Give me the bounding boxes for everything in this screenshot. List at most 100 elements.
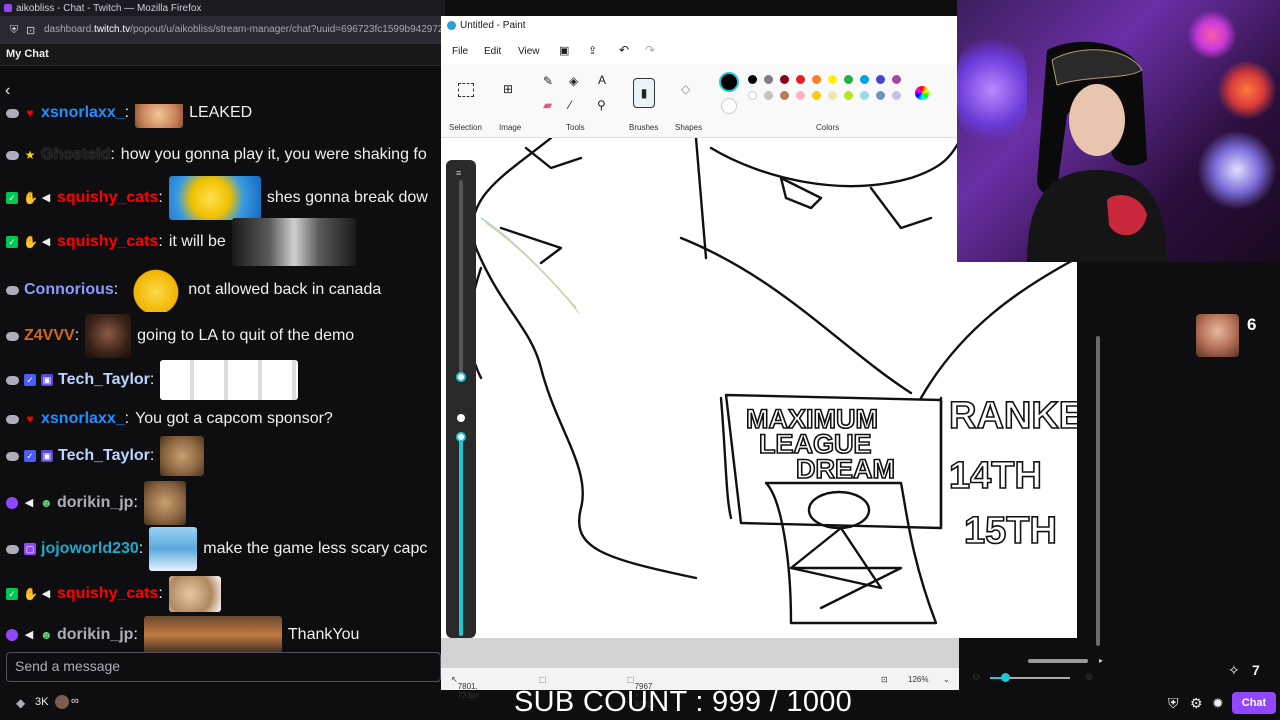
cloud-badge-icon[interactable] — [6, 544, 19, 554]
color-swatch[interactable] — [780, 75, 789, 84]
chat-send-button[interactable]: Chat — [1232, 692, 1276, 714]
purple-badge-icon[interactable] — [6, 629, 18, 641]
color-swatch[interactable] — [764, 91, 773, 100]
star-badge-icon[interactable]: ★ — [24, 149, 36, 161]
color-swatch[interactable] — [780, 91, 789, 100]
channel-points-icon[interactable]: ◆ — [16, 696, 25, 710]
fill-icon[interactable]: ◈ — [569, 74, 578, 88]
zoom-slider-thumb[interactable] — [1001, 673, 1010, 682]
check-badge-icon[interactable]: ✓ — [6, 192, 18, 204]
sub-badge-icon[interactable]: ▢ — [24, 543, 36, 555]
horizontal-scrollbar[interactable] — [1028, 659, 1088, 663]
image-icon[interactable]: ⊞ — [503, 82, 513, 96]
scroll-right-arrow-icon[interactable]: ▸ — [1099, 656, 1103, 665]
mute-badge-icon[interactable]: ◀ — [23, 497, 35, 509]
cloud-badge-icon[interactable] — [6, 451, 19, 461]
opacity-thumb[interactable] — [456, 432, 466, 442]
laughing-face-emote[interactable] — [135, 104, 184, 128]
cloud-badge-icon[interactable] — [6, 331, 19, 341]
color1-swatch[interactable] — [719, 72, 739, 92]
magnifier-icon[interactable]: ⚲ — [597, 98, 606, 112]
url-bar[interactable]: ⛨ ⊡ dashboard.twitch.tv/popout/u/aikobli… — [0, 16, 470, 44]
brush-icon[interactable]: ▮ — [633, 78, 655, 108]
color-swatch[interactable] — [860, 91, 869, 100]
zoom-out-icon[interactable]: ⊖ — [972, 672, 980, 683]
color2-swatch[interactable] — [721, 98, 737, 114]
man-face-emote[interactable] — [85, 314, 132, 358]
vertical-scrollbar[interactable] — [1096, 336, 1100, 646]
cat-emote[interactable] — [160, 436, 205, 476]
heart-badge-icon[interactable]: ♥ — [24, 107, 36, 119]
hand-badge-icon[interactable]: ✋ — [23, 236, 38, 248]
game-badge-icon[interactable]: ▣ — [41, 374, 53, 386]
check-badge-icon[interactable]: ✓ — [6, 236, 18, 248]
hand-badge-icon[interactable]: ✋ — [23, 192, 38, 204]
shapes-icon[interactable]: ◇ — [681, 82, 690, 96]
chat-username[interactable]: Ghosteld — [41, 146, 110, 164]
shield-icon[interactable]: ⛨ — [10, 24, 18, 37]
chat-username[interactable]: Tech_Taylor — [58, 447, 150, 465]
zoom-level[interactable]: 126% — [908, 675, 928, 684]
color-swatch[interactable] — [796, 75, 805, 84]
redo-icon[interactable]: ↷ — [645, 43, 655, 57]
mute-badge-icon[interactable]: ◀ — [40, 236, 52, 248]
anime-girl-emote[interactable] — [149, 527, 198, 571]
hand-badge-icon[interactable]: ✋ — [23, 588, 38, 600]
chat-username[interactable]: squishy_cats — [57, 585, 158, 603]
menu-edit[interactable]: Edit — [484, 46, 501, 57]
chat-input-box[interactable] — [6, 652, 441, 682]
color-swatch[interactable] — [748, 75, 757, 84]
alien-badge-icon[interactable]: ☻ — [40, 497, 53, 509]
cloud-badge-icon[interactable] — [6, 108, 19, 118]
yellow-creature-emote[interactable] — [168, 176, 261, 220]
seventv-icon[interactable]: 7 — [1252, 662, 1260, 678]
extensions-icon[interactable]: ⚙ — [1190, 695, 1203, 712]
back-arrow-icon[interactable]: ‹ — [5, 82, 10, 100]
opacity-track[interactable] — [459, 436, 463, 636]
color-swatch[interactable] — [892, 75, 901, 84]
emote-picker-icon[interactable]: ✧ — [1228, 662, 1240, 679]
pencil-icon[interactable]: ✎ — [543, 74, 553, 88]
color-swatch[interactable] — [876, 91, 885, 100]
verified-badge-icon[interactable]: ✓ — [24, 450, 36, 462]
zoom-dropdown-icon[interactable]: ⌄ — [943, 675, 950, 684]
edit-colors-icon[interactable] — [915, 86, 929, 100]
settings-gear-icon[interactable]: ✹ — [1212, 695, 1224, 712]
old-man-waving-emote[interactable] — [231, 218, 356, 266]
size-track[interactable] — [459, 180, 463, 380]
cloud-badge-icon[interactable] — [6, 375, 19, 385]
color-swatch[interactable] — [812, 91, 821, 100]
zoom-in-icon[interactable]: ⊕ — [1085, 672, 1093, 683]
brush-size-slider[interactable]: ≡ — [446, 160, 476, 638]
check-badge-icon[interactable]: ✓ — [6, 588, 18, 600]
alien-badge-icon[interactable]: ☻ — [40, 629, 53, 641]
chat-username[interactable]: Z4VVV — [24, 327, 75, 345]
color-swatch[interactable] — [860, 75, 869, 84]
viewer-avatar[interactable] — [1196, 314, 1239, 357]
color-swatch[interactable] — [764, 75, 773, 84]
chat-username[interactable]: Connorious — [24, 281, 114, 299]
orange-cat-emote[interactable] — [143, 616, 282, 652]
fit-icon[interactable]: ⊡ — [881, 675, 888, 684]
color-picker-icon[interactable]: ⁄ — [569, 98, 571, 112]
heart-badge-icon[interactable]: ♥ — [24, 413, 36, 425]
cloud-badge-icon[interactable] — [6, 414, 19, 424]
cloud-badge-icon[interactable] — [6, 285, 19, 295]
chat-username[interactable]: dorikin_jp — [57, 494, 133, 512]
color-swatch[interactable] — [748, 91, 757, 100]
channel-points-value[interactable]: 3K — [35, 696, 48, 708]
game-badge-icon[interactable]: ▣ — [41, 450, 53, 462]
color-swatch[interactable] — [844, 91, 853, 100]
chat-username[interactable]: Tech_Taylor — [58, 371, 150, 389]
chat-username[interactable]: xsnorlaxx_ — [41, 104, 125, 122]
menu-view[interactable]: View — [518, 46, 540, 57]
chat-username[interactable]: xsnorlaxx_ — [41, 410, 125, 428]
menu-file[interactable]: File — [452, 46, 468, 57]
text-icon[interactable]: A — [598, 73, 606, 87]
color-swatch[interactable] — [796, 91, 805, 100]
mute-badge-icon[interactable]: ◀ — [40, 192, 52, 204]
chat-username[interactable]: squishy_cats — [57, 233, 158, 251]
shield-mod-icon[interactable]: ⛨ — [1168, 695, 1179, 712]
eraser-icon[interactable]: ▰ — [543, 98, 552, 112]
color-swatch[interactable] — [812, 75, 821, 84]
